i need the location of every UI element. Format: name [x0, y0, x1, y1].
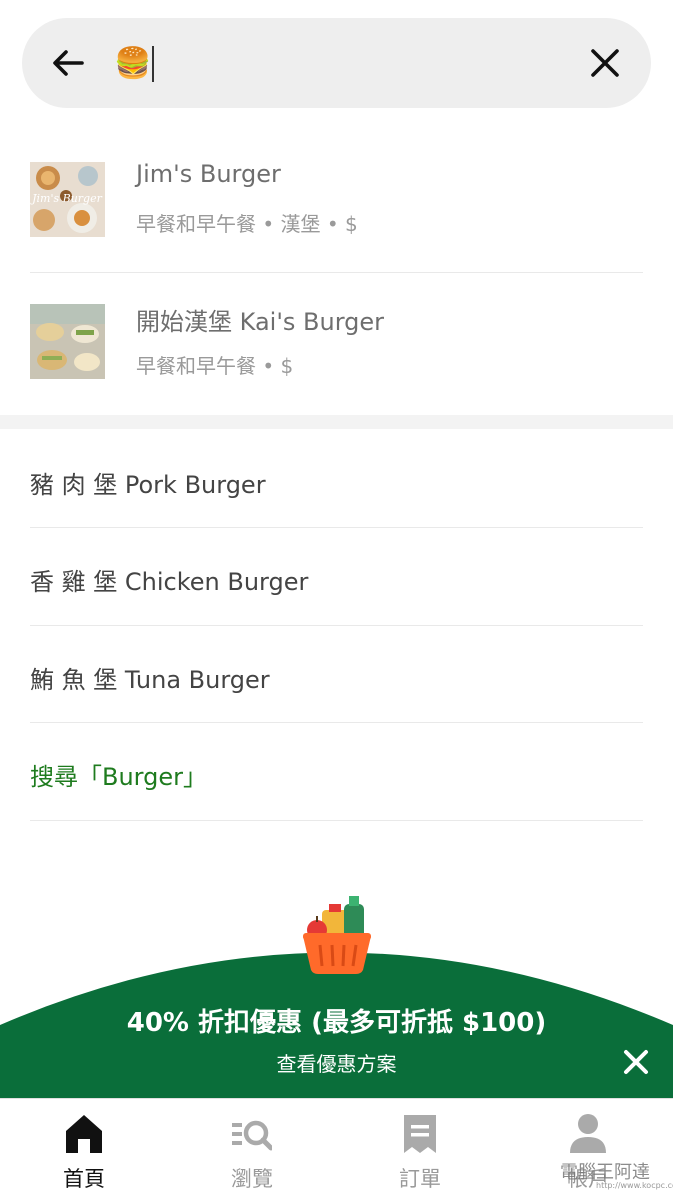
divider [30, 272, 643, 273]
search-input[interactable]: 🍔 [114, 46, 155, 82]
nav-orders-label: 訂單 [399, 1167, 441, 1191]
restaurant-meta: 早餐和早午餐 • 漢堡 • $ [136, 212, 358, 236]
watermark-url: http://www.kocpc.com.tw [596, 1181, 673, 1190]
divider [30, 820, 643, 821]
search-bar[interactable]: 🍔 [22, 18, 651, 108]
restaurant-name: Jim's Burger [136, 160, 281, 188]
nav-browse-label: 瀏覽 [231, 1167, 273, 1191]
suggestion-item[interactable]: 豬 肉 堡 Pork Burger [0, 431, 673, 528]
suggestion-item[interactable]: 鮪 魚 堡 Tuna Burger [0, 626, 673, 723]
back-arrow-icon[interactable] [48, 43, 88, 83]
restaurant-thumbnail [30, 304, 105, 379]
browse-icon [232, 1120, 272, 1151]
close-icon[interactable] [587, 45, 623, 81]
text-cursor [152, 46, 155, 82]
search-all-label: 搜尋「Burger」 [30, 763, 207, 791]
restaurant-result[interactable]: 開始漢堡 Kai's Burger 早餐和早午餐 • $ [0, 282, 673, 424]
search-all-suggestion[interactable]: 搜尋「Burger」 [0, 723, 673, 820]
bottom-nav: 首頁 瀏覽 訂單 帳戶 [0, 1098, 673, 1201]
suggestion-label: 鮪 魚 堡 Tuna Burger [30, 666, 270, 694]
thumbnail-logo-text: Jim's Burger [30, 192, 103, 205]
nav-browse[interactable]: 瀏覽 [192, 1099, 312, 1201]
home-icon [66, 1115, 102, 1153]
suggestion-label: 豬 肉 堡 Pork Burger [30, 471, 266, 499]
search-query-text[interactable]: 🍔 [114, 46, 151, 81]
close-promo-icon[interactable] [622, 1048, 650, 1076]
restaurant-thumbnail: Jim's Burger [30, 162, 105, 237]
restaurant-name: 開始漢堡 Kai's Burger [136, 308, 385, 336]
user-icon [570, 1114, 606, 1153]
receipt-icon [404, 1115, 436, 1153]
nav-home[interactable]: 首頁 [24, 1099, 144, 1201]
nav-home-label: 首頁 [63, 1167, 105, 1191]
restaurant-meta: 早餐和早午餐 • $ [136, 354, 294, 378]
promo-title: 40% 折扣優惠 (最多可折抵 $100) [126, 1008, 547, 1038]
section-divider [0, 415, 673, 429]
nav-orders[interactable]: 訂單 [360, 1099, 480, 1201]
suggestion-label: 香 雞 堡 Chicken Burger [30, 568, 309, 596]
view-offers-link[interactable]: 查看優惠方案 [0, 1048, 673, 1077]
restaurant-result[interactable]: Jim's Burger Jim's Burger 早餐和早午餐 • 漢堡 • … [0, 140, 673, 282]
suggestion-item[interactable]: 香 雞 堡 Chicken Burger [0, 528, 673, 625]
promo-banner[interactable]: 40% 折扣優惠 (最多可折抵 $100) 查看優惠方案 [0, 890, 673, 1100]
